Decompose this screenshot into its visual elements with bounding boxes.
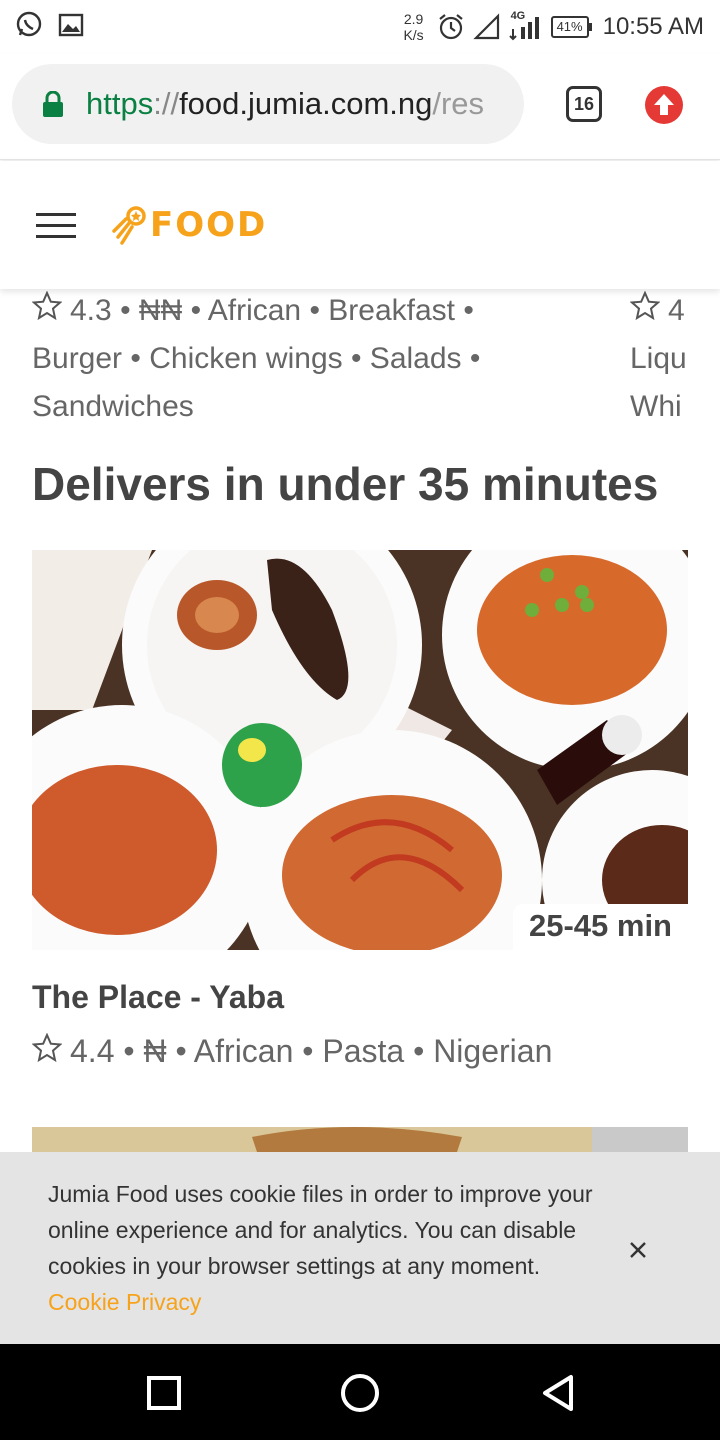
close-icon[interactable] <box>624 1236 652 1264</box>
food-photo <box>32 550 688 950</box>
network-speed: 2.9 K/s <box>403 11 424 43</box>
cellular-icon: 4G <box>508 10 543 41</box>
star-icon <box>32 1033 62 1063</box>
rocket-logo-icon <box>112 206 146 245</box>
back-icon[interactable] <box>539 1372 581 1414</box>
jumia-food-logo[interactable]: FOOD <box>110 203 267 247</box>
hamburger-icon[interactable] <box>36 213 76 239</box>
next-column-restaurant-info[interactable]: 4 Liqu Whi <box>630 289 720 431</box>
star-icon <box>32 291 62 321</box>
restaurant-name[interactable]: The Place - Yaba <box>32 979 284 1016</box>
battery-indicator: 41% <box>550 16 592 38</box>
address-bar[interactable]: https://food.jumia.com.ng/res <box>12 64 524 144</box>
clock: 10:55 AM <box>602 13 704 40</box>
image-icon <box>58 13 84 37</box>
next-food-photo <box>32 1127 688 1154</box>
lock-icon <box>43 91 63 117</box>
restaurant-rating: 4.4 <box>70 1033 115 1069</box>
previous-rating: 4.3 <box>70 294 112 327</box>
main-content: 4.3 • ₦₦ • African • Breakfast • Burger … <box>0 289 720 1154</box>
status-bar: 2.9 K/s 4G 41% 10:55 AM <box>0 0 720 54</box>
tab-switcher-button[interactable]: 16 <box>566 86 602 122</box>
restaurant-info: 4.4 • ₦ • African • Pasta • Nigerian <box>32 1033 552 1070</box>
upload-button[interactable] <box>645 86 683 124</box>
home-icon[interactable] <box>339 1372 381 1414</box>
cookie-message: Jumia Food uses cookie files in order to… <box>48 1181 593 1279</box>
restaurant-tags: • ₦ • African • Pasta • Nigerian <box>123 1033 553 1069</box>
whatsapp-icon <box>16 11 42 37</box>
url-text: https://food.jumia.com.ng/res <box>86 86 485 121</box>
delivery-time-badge: 25-45 min <box>512 904 688 950</box>
star-icon <box>630 291 660 321</box>
recents-icon[interactable] <box>143 1372 185 1414</box>
previous-restaurant-info[interactable]: 4.3 • ₦₦ • African • Breakfast • Burger … <box>32 289 552 431</box>
signal-icon <box>472 13 499 40</box>
section-title: Delivers in under 35 minutes <box>32 458 659 510</box>
cookie-privacy-link[interactable]: Cookie Privacy <box>48 1284 201 1320</box>
alarm-icon <box>438 14 463 40</box>
system-navigation-bar <box>0 1344 720 1440</box>
next-restaurant-image[interactable] <box>32 1127 688 1154</box>
app-header: FOOD <box>0 161 720 289</box>
cookie-banner: Jumia Food uses cookie files in order to… <box>0 1152 720 1344</box>
browser-toolbar: https://food.jumia.com.ng/res 16 <box>0 54 720 160</box>
upload-icon <box>654 94 674 115</box>
restaurant-image[interactable]: 25-45 min <box>32 550 688 950</box>
